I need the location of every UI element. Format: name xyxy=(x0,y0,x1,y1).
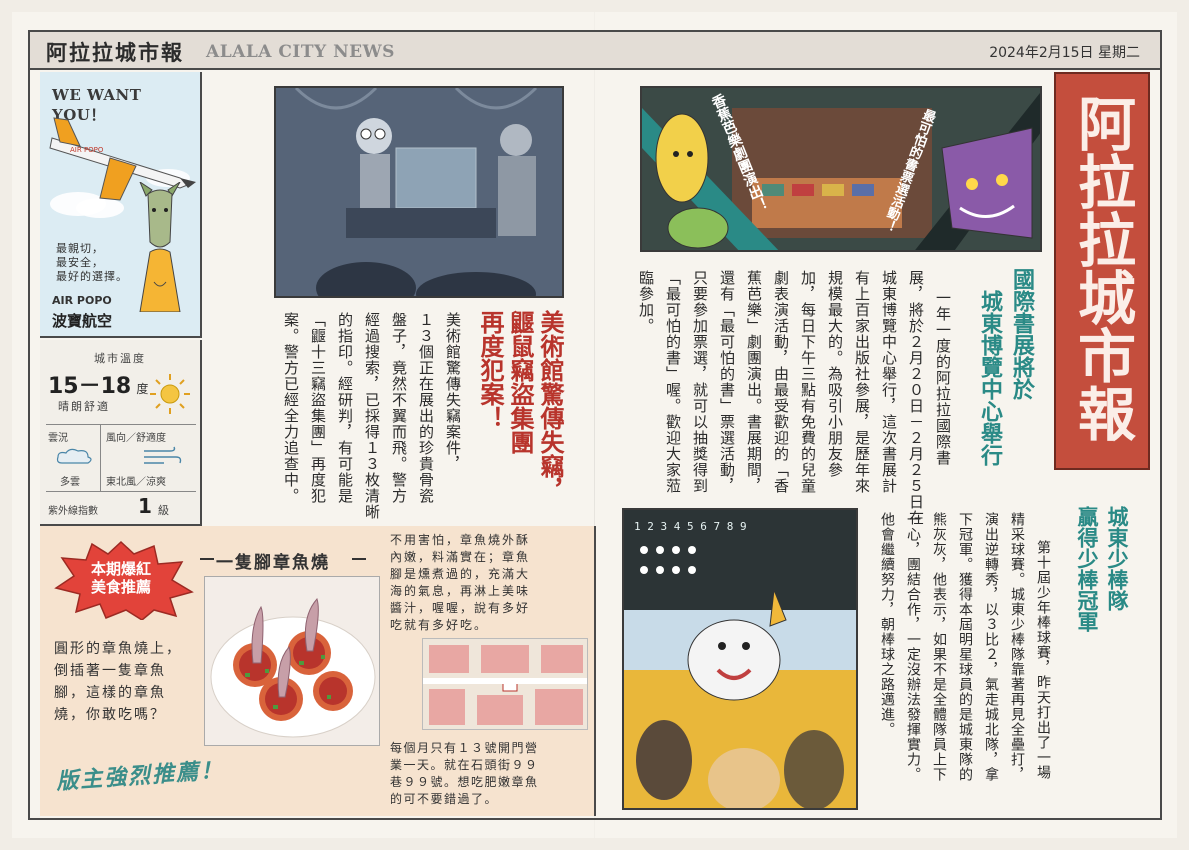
museum-body-line-1: 美術館驚傳失竊案件， xyxy=(444,312,462,472)
bookfair-body-line-5: 規模最大的。為吸引小朋友參 xyxy=(826,270,844,478)
food-info-line-4: 的可不要錯過了。 xyxy=(390,792,499,806)
masthead-title: 阿拉拉城市報 xyxy=(1068,94,1136,442)
ad-slogan-line-2: 最安全， xyxy=(56,256,104,269)
svg-text:AIR POPO: AIR POPO xyxy=(70,146,104,154)
bookfair-body-line-2: 展，將於２月２０日－２月２５日在 xyxy=(907,270,925,526)
food-section: 本期爆紅 美食推薦 一隻腳章魚燒 圓形的章魚燒上， 倒插著一隻章魚 腳，這樣的章… xyxy=(40,526,596,816)
takoyaki-photo xyxy=(204,576,380,746)
museum-headline-line-1: 美術館驚傳失竊， xyxy=(536,310,564,502)
header-title-en: ALALA CITY NEWS xyxy=(206,42,395,62)
sun-icon xyxy=(150,374,190,414)
food-info-line-2: 業一天。就在石頭街９９ xyxy=(390,758,539,772)
weather-temp-unit: 度 xyxy=(136,382,149,396)
shop-map xyxy=(422,638,588,730)
bookfair-body-line-3: 城東博覽中心舉行，這次書展計 xyxy=(880,270,898,494)
bookfair-body-line-8: 蕉芭樂」劇團演出。書展期間， xyxy=(745,270,763,494)
museum-body-line-3: 盤子，竟然不翼而飛。警方 xyxy=(390,312,408,504)
bookfair-body-line-9: 還有「最可怕的書」票選活動， xyxy=(718,270,736,494)
baseball-headline-line-1: 城東少棒隊 xyxy=(1105,506,1129,611)
uv-value: 1 xyxy=(138,494,152,518)
bookfair-illustration: 香蕉芭樂劇團演出！ 最可怕的書票選活動！ xyxy=(640,86,1042,252)
uv-label: 紫外線指數 xyxy=(48,506,98,517)
wind-icon xyxy=(144,446,182,464)
food-desc-line-5: 醬汁，喔喔，說有多好 xyxy=(390,601,531,615)
food-desc-line-2: 內嫩，料滿實在；章魚 xyxy=(390,550,531,564)
weather-temp: 15－18 度 xyxy=(48,368,148,400)
cloud-icon xyxy=(56,448,92,464)
badge-line-2: 美食推薦 xyxy=(90,578,151,596)
ad-slogan-lines: 最親切， 最安全， 最好的選擇。 xyxy=(56,242,128,284)
museum-body-line-5: 的指印。經研判，有可能是 xyxy=(336,312,354,504)
badge-text: 本期爆紅 美食推薦 xyxy=(64,560,178,596)
bookfair-body-line-1: 一年一度的阿拉拉國際書 xyxy=(934,290,952,466)
baseball-body-line-2: 精采球賽。城東少棒隊靠著再見全壘打， xyxy=(1009,512,1025,782)
food-desc-line-6: 吃就有多好吃。 xyxy=(390,618,489,632)
header-title: 阿拉拉城市報 xyxy=(46,40,184,65)
ad-brand-en: AIR POPO xyxy=(52,294,112,307)
airline-ad: WE WANT YOU！ AIR POPO 最親切， 最安全， 最好的選擇。 A… xyxy=(40,72,202,338)
bookfair-headline-line-2: 城東博覽中心舉行 xyxy=(977,290,1002,466)
header-date: 2024年2月15日 星期二 xyxy=(989,45,1140,61)
museum-body-line-2: １３個正在展出的珍貴骨瓷 xyxy=(417,312,435,504)
badge-line-1: 本期爆紅 xyxy=(90,560,151,578)
food-intro-line-2: 倒插著一隻章魚 xyxy=(54,663,166,679)
weather-grid: 雲況 多雲 風向／舒適度 東北風／涼爽 xyxy=(46,424,196,492)
baseball-body-line-6: 一心，團結合作，一定沒辦法發揮實力。 xyxy=(905,512,921,782)
bookfair-body-line-10: 只要參加票選，就可以抽獎得到 xyxy=(691,270,709,494)
weather-box: 城市溫度 15－18 度 晴朗舒適 雲況 多雲 風向／舒適度 東北風／涼爽 紫外… xyxy=(40,340,202,526)
cloud-label: 雲況 xyxy=(48,433,68,444)
food-description: 不用害怕，章魚燒外酥 內嫩，料滿實在；章魚 腳是燻煮過的，充滿大 海的氣息，再淋… xyxy=(390,532,590,634)
baseball-body-line-7: 他會繼續努力，朝棒球之路邁進。 xyxy=(879,512,895,737)
food-intro-line-4: 燒，你敢吃嗎？ xyxy=(54,707,166,723)
baseball-headline-line-2: 贏得少棒冠軍 xyxy=(1075,506,1099,632)
food-info-line-1: 每個月只有１３號開門營 xyxy=(390,741,539,755)
food-desc-line-4: 海的氣息，再淋上美味 xyxy=(390,584,531,598)
bookfair-body-line-11: 「最可怕的書」喔。歡迎大家蒞 xyxy=(664,270,682,494)
uv-unit: 級 xyxy=(158,504,169,517)
ad-brand-cn: 波寶航空 xyxy=(52,312,113,330)
museum-body-line-6: 「鼴十三竊盜集團」再度犯 xyxy=(309,312,327,504)
food-info: 每個月只有１３號開門營 業一天。就在石頭街９９ 巷９９號。想吃肥嫩章魚 的可不要… xyxy=(390,740,596,808)
svg-text:1 2 3 4 5 6 7 8 9: 1 2 3 4 5 6 7 8 9 xyxy=(634,520,747,533)
museum-illustration xyxy=(274,86,564,298)
food-desc-line-3: 腳是燻煮過的，充滿大 xyxy=(390,567,531,581)
baseball-body-line-5: 熊灰灰，他表示，如果不是全體隊員上下 xyxy=(931,512,947,782)
bookfair-body-line-4: 有上百家出版社參展，是歷年來 xyxy=(853,270,871,494)
masthead: 阿拉拉城市報 xyxy=(1054,72,1150,470)
baseball-body-line-4: 下冠軍。獲得本屆明星球員的是城東隊的 xyxy=(957,512,973,782)
header-bar: 阿拉拉城市報 ALALA CITY NEWS 2024年2月15日 星期二 xyxy=(28,30,1162,70)
museum-body-line-7: 案。警方已經全力追查中。 xyxy=(282,312,300,504)
baseball-illustration: 1 2 3 4 5 6 7 8 9 xyxy=(622,508,858,810)
weather-temp-value: 15－18 xyxy=(48,374,132,399)
bookfair-headline-line-1: 國際書展將於 xyxy=(1009,268,1034,400)
bookfair-body-line-6: 加，每日下午三點有免費的兒童 xyxy=(799,270,817,494)
food-info-line-3: 巷９９號。想吃肥嫩章魚 xyxy=(390,775,539,789)
cloud-value: 多雲 xyxy=(60,477,80,488)
weather-title: 城市溫度 xyxy=(94,352,146,365)
wind-label: 風向／舒適度 xyxy=(106,433,166,444)
baseball-body-line-3: 演出逆轉秀，以３比２，氣走城北隊，拿 xyxy=(983,512,999,782)
giraffe-mascot-icon xyxy=(139,182,181,312)
museum-headline-line-2: 鼴鼠竊盜集團 xyxy=(506,310,534,454)
food-title: 一隻腳章魚燒 xyxy=(216,553,330,573)
ad-slogan-line-3: 最好的選擇。 xyxy=(56,270,128,283)
food-slogan: 版主強烈推薦！ xyxy=(55,758,225,795)
museum-body-line-4: 經過搜索，已採得１３枚清晰 xyxy=(363,312,381,520)
bookfair-body-line-12: 臨參加。 xyxy=(637,270,655,334)
food-intro-line-3: 腳，這樣的章魚 xyxy=(54,685,166,701)
baseball-body-line-1: 第十屆少年棒球賽，昨天打出了一場 xyxy=(1035,540,1051,780)
food-intro-line-1: 圓形的章魚燒上， xyxy=(54,641,182,657)
food-intro: 圓形的章魚燒上， 倒插著一隻章魚 腳，這樣的章魚 燒，你敢吃嗎？ xyxy=(54,638,182,726)
ad-slogan-line-1: 最親切， xyxy=(56,242,104,255)
wind-value: 東北風／涼爽 xyxy=(106,477,166,488)
museum-headline-line-3: 再度犯案！ xyxy=(476,310,504,430)
weather-desc: 晴朗舒適 xyxy=(58,400,110,413)
bookfair-body-line-7: 劇表演活動，由最受歡迎的「香 xyxy=(772,270,790,494)
food-desc-line-1: 不用害怕，章魚燒外酥 xyxy=(390,533,531,547)
